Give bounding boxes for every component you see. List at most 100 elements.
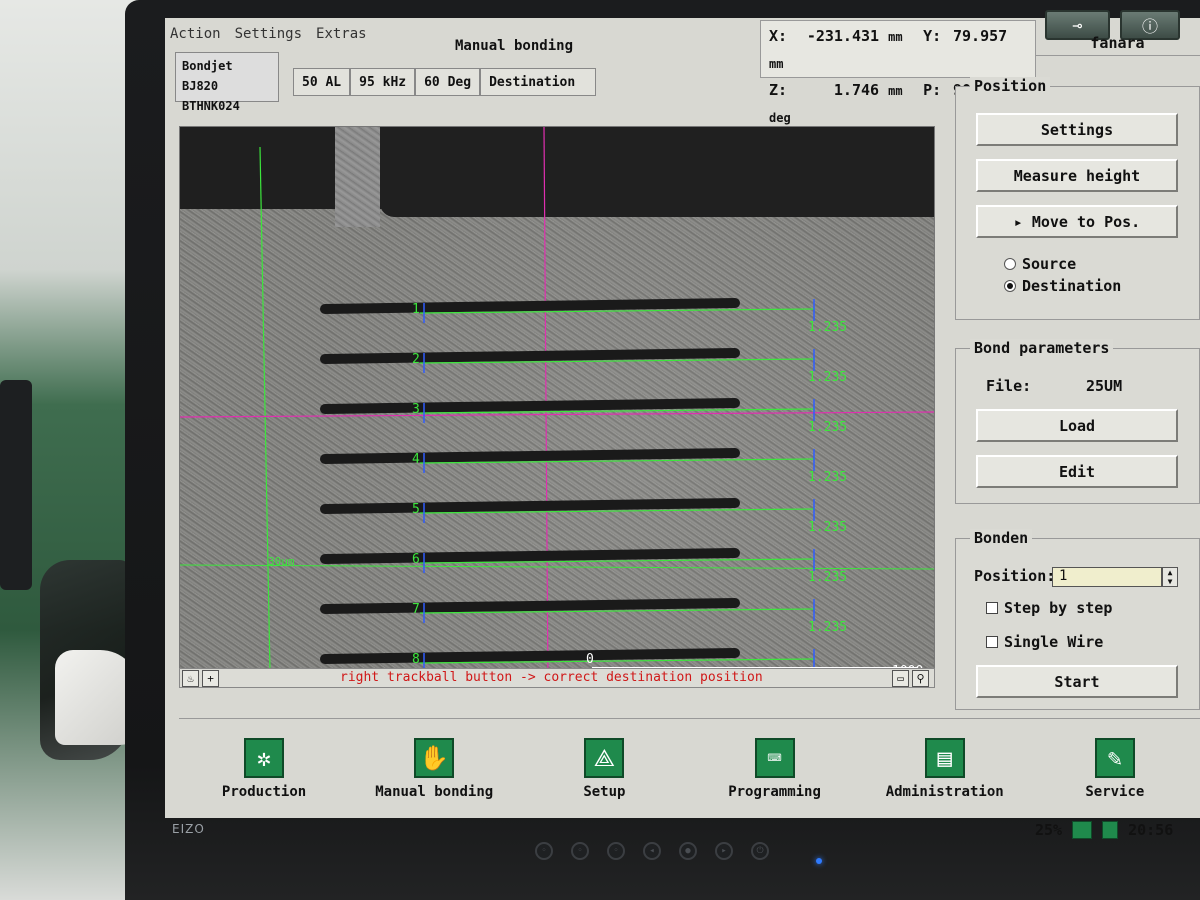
machine-info: Bondjet BJ820 BTHNK024	[175, 52, 279, 113]
keyboard-icon: ⌨	[754, 738, 795, 778]
x-label: X:	[769, 27, 788, 45]
destination-radio[interactable]: Destination	[1004, 277, 1121, 295]
menu-item-settings[interactable]: Settings	[235, 26, 302, 48]
param-target: Destination	[480, 68, 597, 96]
coordinates-readout: X:-231.431 mm Y:79.957 mm Z:1.746 mm P:9…	[760, 20, 1036, 125]
mode-title: Manual bonding	[455, 38, 574, 54]
single-wire-checkbox[interactable]: Single Wire	[986, 633, 1103, 651]
crosshair-horizontal	[180, 411, 934, 418]
nav-programming[interactable]: ⌨ Programming	[700, 738, 850, 800]
nav-label: Programming	[728, 784, 821, 800]
menu-item-action[interactable]: Action	[170, 26, 221, 48]
position-label: Position:	[974, 567, 1056, 585]
x-unit: mm	[888, 30, 903, 44]
move-to-pos-button[interactable]: ▸ Move to Pos.	[976, 205, 1178, 238]
menu-item-extras[interactable]: Extras	[316, 26, 367, 48]
destination-label: Destination	[1022, 277, 1122, 295]
bond-param-row: 50 AL 95 kHz 60 Deg Destination	[293, 68, 597, 96]
bond-wire	[320, 498, 740, 514]
nav-service[interactable]: ✎ Service	[1040, 738, 1190, 800]
network-icon	[1072, 821, 1093, 839]
nav-label: Service	[1085, 784, 1145, 800]
nav-manual-bonding[interactable]: ✋ Manual bonding	[359, 738, 509, 800]
settings-button[interactable]: Settings	[976, 113, 1178, 146]
monitor-button[interactable]: ●	[679, 842, 697, 860]
monitor-brand: EIZO	[172, 822, 205, 836]
power-led	[816, 858, 822, 864]
wire-length: 1.235	[808, 420, 847, 435]
load-button[interactable]: Load	[976, 409, 1178, 442]
param-wire: 50 AL	[293, 68, 351, 96]
file-value: 25UM	[1086, 377, 1123, 395]
position-stepper[interactable]: ▲ ▼	[1162, 567, 1178, 587]
menu-bar: Action Settings Extras	[170, 26, 367, 48]
magnifier-icon[interactable]: ⚲	[912, 670, 929, 687]
bond-wire	[320, 598, 740, 614]
bond-parameters-title: Bond parameters	[970, 339, 1114, 357]
camera-view[interactable]: 1 1.235 2 1.235 3 1.235 4 1.235 5 1.235 6 1.235 7 1.2…	[179, 126, 935, 686]
bottom-navigation: ✲ Production ✋ Manual bonding ⟁ Setup ⌨ …	[179, 718, 1200, 808]
start-button[interactable]: Start	[976, 665, 1178, 698]
bond-wire	[320, 348, 740, 364]
step-by-step-checkbox[interactable]: Step by step	[986, 599, 1112, 617]
bonden-panel: Bonden Position: 1 ▲ ▼ Step by step Singl…	[955, 529, 1200, 710]
monitor-button[interactable]: ◦	[571, 842, 589, 860]
position-input[interactable]: 1	[1052, 567, 1162, 587]
compass-icon: ⟁	[584, 738, 625, 778]
edit-button[interactable]: Edit	[976, 455, 1178, 488]
monitor-button[interactable]: ◦	[535, 842, 553, 860]
clock: 20:56	[1128, 821, 1174, 839]
hand-icon: ✋	[414, 738, 455, 778]
nav-label: Administration	[885, 784, 1004, 800]
bond-wire	[320, 298, 740, 314]
file-label: File:	[986, 377, 1032, 395]
nav-label: Setup	[583, 784, 626, 800]
crosshair-icon[interactable]: +	[202, 670, 219, 687]
reference-line-left	[259, 146, 271, 673]
position-panel: Position Settings Measure height ▸ Move …	[955, 77, 1200, 320]
wire-length: 1.235	[808, 570, 847, 585]
source-label: Source	[1022, 255, 1077, 273]
lamp-icon[interactable]: ♨	[182, 670, 199, 687]
nav-setup[interactable]: ⟁ Setup	[529, 738, 679, 800]
radio-dot-selected	[1004, 280, 1016, 292]
power-button[interactable]: ⏻	[751, 842, 769, 860]
x-value: -231.431	[806, 27, 880, 45]
user-name: fanara	[1035, 30, 1200, 56]
bonden-title: Bonden	[970, 529, 1033, 547]
machine-model: Bondjet BJ820	[182, 59, 233, 93]
monitor-button[interactable]: ◦	[607, 842, 625, 860]
wire-number: 3	[412, 402, 420, 417]
single-wire-label: Single Wire	[1004, 633, 1104, 651]
scale-label: 30um	[268, 555, 295, 568]
y-value: 79.957	[953, 27, 1008, 45]
wire-number: 6	[412, 552, 420, 567]
param-frequency: 95 kHz	[350, 68, 416, 96]
bond-wire	[320, 398, 740, 414]
monitor-button[interactable]: ▸	[715, 842, 733, 860]
wire-number: 1	[412, 302, 420, 317]
bond-wire	[320, 448, 740, 464]
status-footer: 25% 20:56	[1035, 818, 1200, 842]
nav-production[interactable]: ✲ Production	[189, 738, 339, 800]
wire-number: 7	[412, 602, 420, 617]
radio-dot	[1004, 258, 1016, 270]
z-value: 1.746	[833, 81, 880, 99]
wire-number: 5	[412, 502, 420, 517]
wire-length: 1.235	[808, 620, 847, 635]
measure-height-button[interactable]: Measure height	[976, 159, 1178, 192]
checkbox-box	[986, 636, 998, 648]
monitor-button[interactable]: ◂	[643, 842, 661, 860]
nav-label: Production	[221, 784, 307, 800]
ruler-icon[interactable]: ▭	[892, 670, 909, 687]
wire-overlay: 1 1.235 2 1.235 3 1.235 4 1.235 5 1.235 6 1.235 7 1.2…	[180, 127, 934, 685]
wire-length: 1.235	[808, 370, 847, 385]
nav-administration[interactable]: ▤ Administration	[870, 738, 1020, 800]
step-by-step-label: Step by step	[1004, 599, 1113, 617]
machine-id: BTHNK024	[182, 99, 240, 113]
monitor-buttons: ◦ ◦ ◦ ◂ ● ▸ ⏻	[535, 842, 769, 860]
cable	[0, 380, 32, 590]
source-radio[interactable]: Source	[1004, 255, 1076, 273]
zoom-level: 25%	[1035, 821, 1063, 839]
y-label: Y:	[923, 27, 942, 45]
